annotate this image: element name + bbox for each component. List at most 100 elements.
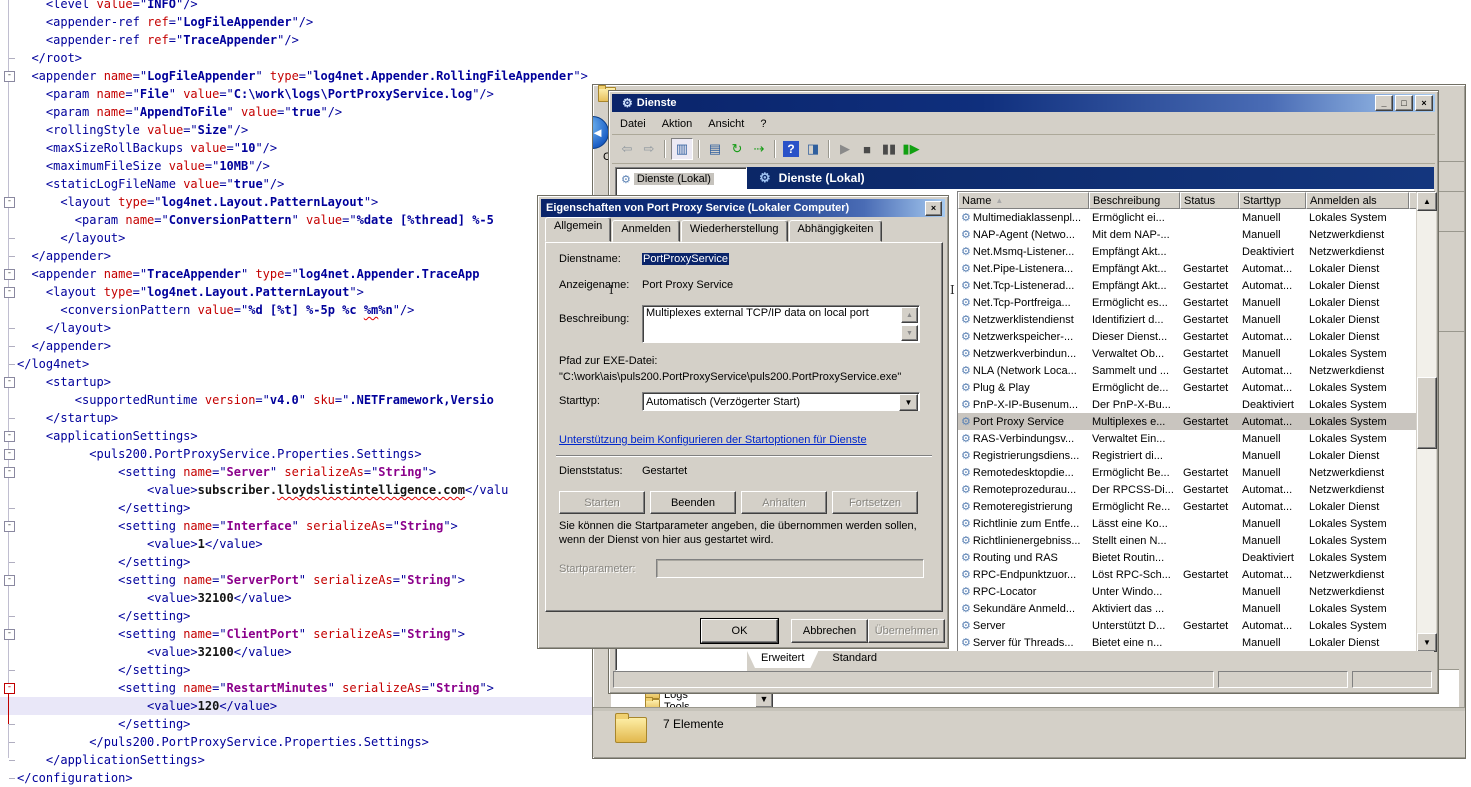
dialog-titlebar[interactable]: Eigenschaften von Port Proxy Service (Lo… (541, 199, 945, 217)
startoptions-help-link[interactable]: Unterstützung beim Konfigurieren der Sta… (559, 434, 867, 446)
restart-service-icon[interactable]: ▮▶ (901, 139, 921, 159)
menu-item-datei[interactable]: Datei (612, 116, 654, 132)
table-row[interactable]: ⚙Netzwerkspeicher-...Dieser Dienst...Ges… (958, 328, 1435, 345)
back-icon[interactable]: ⇦ (617, 139, 637, 159)
abbrechen-button[interactable]: Abbrechen (791, 619, 868, 643)
fold-minus-icon[interactable]: - (4, 629, 15, 640)
table-row[interactable]: ⚙Netzwerkverbindun...Verwaltet Ob...Gest… (958, 345, 1435, 362)
export-list-icon[interactable]: ⇢ (749, 139, 769, 159)
table-row[interactable]: ⚙RPC-LocatorUnter Windo...ManuellNetzwer… (958, 583, 1435, 600)
menu-item-aktion[interactable]: Aktion (654, 116, 701, 132)
view-tabs[interactable]: ErweitertStandard (747, 651, 1434, 669)
column-header-starttyp[interactable]: Starttyp (1239, 192, 1306, 209)
column-header-name[interactable]: Name▲ (958, 192, 1089, 209)
close-icon[interactable]: × (925, 201, 942, 216)
tab-anmelden[interactable]: Anmelden (612, 220, 680, 242)
column-header-beschreibung[interactable]: Beschreibung (1089, 192, 1180, 209)
fold-minus-icon[interactable]: - (4, 71, 15, 82)
table-row[interactable]: ⚙Net.Tcp-Portfreiga...Ermöglicht es...Ge… (958, 294, 1435, 311)
menu-item-ansicht[interactable]: Ansicht (700, 116, 752, 132)
table-row[interactable]: ⚙NetzwerklistendienstIdentifiziert d...G… (958, 311, 1435, 328)
scroll-down-icon[interactable]: ▼ (901, 325, 918, 341)
scroll-down-button[interactable]: ▼ (1417, 633, 1437, 652)
table-row[interactable]: ⚙Plug & PlayErmöglicht de...GestartetAut… (958, 379, 1435, 396)
table-row[interactable]: ⚙PnP-X-IP-Busenum...Der PnP-X-Bu...Deakt… (958, 396, 1435, 413)
dialog-tabs[interactable]: AllgemeinAnmeldenWiederherstellungAbhäng… (545, 222, 883, 242)
fold-minus-icon[interactable]: - (4, 431, 15, 442)
properties-dialog[interactable]: Eigenschaften von Port Proxy Service (Lo… (537, 195, 949, 649)
table-row[interactable]: ⚙Remoteprozedurau...Der RPCSS-Di...Gesta… (958, 481, 1435, 498)
column-header-status[interactable]: Status (1180, 192, 1239, 209)
fold-minus-icon[interactable]: - (4, 287, 15, 298)
table-row[interactable]: ⚙RAS-Verbindungsv...Verwaltet Ein...Manu… (958, 430, 1435, 447)
fold-minus-icon[interactable]: - (4, 467, 15, 478)
dienstname-value[interactable]: PortProxyService (642, 253, 729, 265)
table-header[interactable]: Name▲BeschreibungStatusStarttypAnmelden … (958, 192, 1435, 209)
fold-minus-icon[interactable]: - (4, 197, 15, 208)
table-row[interactable]: ⚙Net.Tcp-Listenerad...Empfängt Akt...Ges… (958, 277, 1435, 294)
properties-icon[interactable]: ▤ (705, 139, 725, 159)
close-button[interactable]: × (1415, 95, 1433, 111)
pause-service-icon[interactable]: ▮▮ (879, 139, 899, 159)
table-cell: Automat... (1239, 277, 1306, 294)
forward-icon[interactable]: ⇨ (639, 139, 659, 159)
table-row[interactable]: ⚙NAP-Agent (Netwo...Mit dem NAP-...Manue… (958, 226, 1435, 243)
tab-allgemein[interactable]: Allgemein (545, 217, 611, 242)
fold-minus-icon[interactable]: - (4, 269, 15, 280)
table-row[interactable]: ⚙Remotedesktopdie...Ermöglicht Be...Gest… (958, 464, 1435, 481)
scrollbar-thumb[interactable] (1417, 377, 1437, 449)
beenden-button[interactable]: Beenden (650, 491, 736, 514)
table-row[interactable]: ⚙Sekundäre Anmeld...Aktiviert das ...Man… (958, 600, 1435, 617)
refresh-icon[interactable]: ↻ (727, 139, 747, 159)
fold-minus-icon[interactable]: - (4, 683, 15, 694)
column-header-anmeldenals[interactable]: Anmelden als (1306, 192, 1409, 209)
toolbar[interactable]: ⇦⇨ ▥ ▤↻⇢?◨ ▶■▮▮▮▶ (612, 135, 1435, 164)
fold-minus-icon[interactable]: - (4, 377, 15, 388)
fold-minus-icon[interactable]: - (4, 521, 15, 532)
table-row[interactable]: ⚙Multimediaklassenpl...Ermöglicht ei...M… (958, 209, 1435, 226)
table-row[interactable]: ⚙RPC-Endpunktzuor...Löst RPC-Sch...Gesta… (958, 566, 1435, 583)
extended-view-icon[interactable]: ◨ (803, 139, 823, 159)
table-cell: Löst RPC-Sch... (1089, 566, 1180, 583)
code-line: </setting> (17, 661, 588, 679)
view-tab-erweitert[interactable]: Erweitert (747, 651, 818, 668)
view-tab-standard[interactable]: Standard (818, 651, 891, 668)
minimize-button[interactable]: _ (1375, 95, 1393, 111)
table-row[interactable]: ⚙ServerUnterstützt D...GestartetAutomat.… (958, 617, 1435, 634)
services-table[interactable]: Name▲BeschreibungStatusStarttypAnmelden … (957, 191, 1435, 652)
fold-minus-icon[interactable]: - (4, 449, 15, 460)
menu-bar[interactable]: DateiAktionAnsicht? (612, 113, 1435, 135)
table-row[interactable]: ⚙Registrierungsdiens...Registriert di...… (958, 447, 1435, 464)
beschreibung-textarea[interactable]: Multiplexes external TCP/IP data on loca… (642, 305, 920, 343)
fold-minus-icon[interactable]: - (4, 575, 15, 586)
startparameter-input[interactable] (656, 559, 924, 578)
table-row[interactable]: ⚙NLA (Network Loca...Sammelt und ...Gest… (958, 362, 1435, 379)
tab-abhngigkeiten[interactable]: Abhängigkeiten (789, 220, 883, 242)
start-service-icon[interactable]: ▶ (835, 139, 855, 159)
help-icon[interactable]: ? (783, 141, 799, 157)
tab-wiederherstellung[interactable]: Wiederherstellung (681, 220, 788, 242)
maximize-button[interactable]: □ (1395, 95, 1413, 111)
back-button[interactable]: ◄ (592, 116, 609, 149)
table-row[interactable]: ⚙Server für Threads...Bietet eine n...Ma… (958, 634, 1435, 651)
stop-service-icon[interactable]: ■ (857, 139, 877, 159)
vertical-scrollbar[interactable]: ▲ ▼ (1416, 192, 1436, 652)
ok-button[interactable]: OK (701, 619, 778, 643)
tree-item-dienste-lokal[interactable]: ⚙ Dienste (Lokal) (618, 171, 717, 187)
table-cell: Lokales System (1306, 379, 1409, 396)
gear-icon: ⚙ (961, 619, 971, 632)
table-row[interactable]: ⚙RemoteregistrierungErmöglicht Re...Gest… (958, 498, 1435, 515)
console-tree-icon[interactable]: ▥ (671, 138, 693, 160)
table-row[interactable]: ⚙Routing und RASBietet Routin...Deaktivi… (958, 549, 1435, 566)
services-titlebar[interactable]: ⚙ Dienste _□× (612, 94, 1435, 112)
scroll-up-button[interactable]: ▲ (1417, 192, 1437, 211)
table-row[interactable]: ⚙Richtlinie zum Entfe...Lässt eine Ko...… (958, 515, 1435, 532)
scroll-up-icon[interactable]: ▲ (901, 307, 918, 323)
table-row[interactable]: ⚙Richtlinienergebniss...Stellt einen N..… (958, 532, 1435, 549)
dienststatus-value: Gestartet (642, 465, 687, 477)
table-row[interactable]: ⚙Net.Pipe-Listenera...Empfängt Akt...Ges… (958, 260, 1435, 277)
menu-item-[interactable]: ? (752, 116, 774, 132)
table-row[interactable]: ⚙Port Proxy ServiceMultiplexes e...Gesta… (958, 413, 1435, 430)
starttyp-dropdown[interactable]: Automatisch (Verzögerter Start) ▼ (642, 392, 920, 411)
table-row[interactable]: ⚙Net.Msmq-Listener...Empfängt Akt...Deak… (958, 243, 1435, 260)
